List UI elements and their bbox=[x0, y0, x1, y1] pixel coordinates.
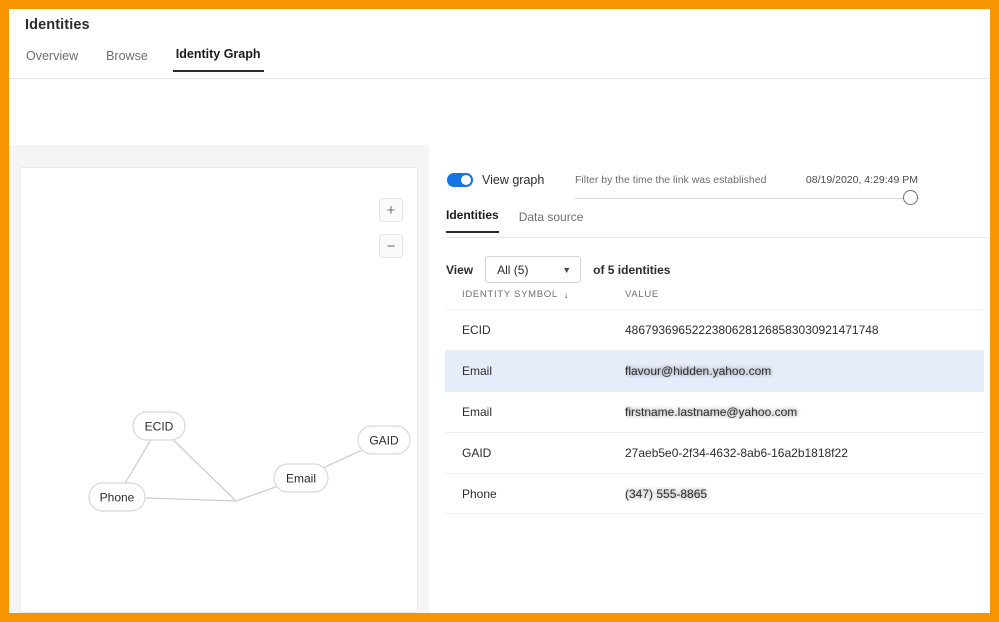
view-filter-label: View bbox=[446, 262, 474, 277]
filter-timestamp: 08/19/2020, 4:29:49 PM bbox=[805, 174, 918, 186]
view-graph-toggle-row: View graph bbox=[447, 173, 544, 187]
cell-identity-symbol: Email bbox=[462, 364, 493, 378]
graph-node-label: Email bbox=[286, 472, 316, 486]
column-header-value-label: VALUE bbox=[625, 289, 659, 300]
content-area: + − ECIDPhoneEmailGAID Email flavour@hid… bbox=[9, 145, 990, 613]
identity-graph-canvas[interactable]: + − ECIDPhoneEmailGAID Email flavour@hid… bbox=[20, 167, 418, 613]
graph-node-phone-1[interactable]: Phone bbox=[88, 482, 146, 512]
sort-descending-arrow-icon: ↓ bbox=[563, 289, 570, 300]
cell-identity-value: (347) 555-8865 bbox=[625, 486, 708, 501]
graph-node-ecid-0[interactable]: ECID bbox=[132, 411, 186, 441]
cell-identity-symbol: GAID bbox=[462, 446, 492, 460]
cell-identity-value: 27aeb5e0-2f34-4632-8ab6-16a2b1818f22 bbox=[625, 446, 848, 460]
tab-overview[interactable]: Overview bbox=[23, 47, 81, 72]
identity-count-text: of 5 identities bbox=[593, 262, 671, 277]
cell-identity-symbol: Phone bbox=[462, 486, 497, 501]
identities-table: IDENTITY SYMBOL ↓ VALUE ECID 486793696522… bbox=[445, 289, 984, 514]
column-header-identity-symbol-label: IDENTITY SYMBOL bbox=[462, 289, 558, 300]
table-row[interactable]: Email flavour@hidden.yahoo.com bbox=[445, 350, 984, 391]
cell-identity-symbol: Email bbox=[462, 405, 493, 419]
page-title: Identities bbox=[25, 17, 90, 33]
view-filter-selected-value: All (5) bbox=[497, 262, 529, 277]
table-body: ECID 486793696522238062812685830309214717… bbox=[445, 309, 984, 514]
view-filter-select[interactable]: All (5) ▼ bbox=[485, 256, 582, 283]
table-row[interactable]: Phone (347) 555-8865 bbox=[445, 473, 984, 514]
view-graph-toggle[interactable] bbox=[447, 173, 473, 187]
identity-detail-panel: View graph Filter by the time the link w… bbox=[429, 145, 990, 613]
table-row[interactable]: GAID 27aeb5e0-2f34-4632-8ab6-16a2b1818f22 bbox=[445, 432, 984, 473]
filter-caption: Filter by the time the link was establis… bbox=[575, 174, 767, 186]
chevron-down-icon: ▼ bbox=[562, 264, 572, 275]
detail-tab-bar: Identities Data source bbox=[446, 208, 583, 233]
tab-identity-graph[interactable]: Identity Graph bbox=[172, 45, 264, 72]
cell-identity-value: flavour@hidden.yahoo.com bbox=[625, 364, 772, 378]
table-row[interactable]: ECID 486793696522238062812685830309214717… bbox=[445, 309, 984, 350]
view-graph-toggle-label: View graph bbox=[482, 173, 545, 187]
column-header-value[interactable]: VALUE bbox=[625, 289, 984, 300]
graph-svg: ECID Phone Email GAID bbox=[88, 411, 411, 512]
column-header-identity-symbol[interactable]: IDENTITY SYMBOL ↓ bbox=[445, 289, 625, 300]
table-header-row: IDENTITY SYMBOL ↓ VALUE bbox=[445, 289, 984, 309]
cell-identity-symbol: ECID bbox=[462, 323, 491, 337]
detail-tab-data-source[interactable]: Data source bbox=[519, 210, 584, 233]
cell-identity-value: firstname.lastname@yahoo.com bbox=[625, 405, 798, 419]
tab-browse[interactable]: Browse bbox=[103, 47, 151, 72]
app-window: Identities Overview Browse Identity Graph … bbox=[9, 9, 990, 613]
graph-node-label: ECID bbox=[145, 420, 174, 434]
identity-search-form: Identity namespace i ✻ Email ✓ ✕ Identit… bbox=[9, 79, 990, 207]
graph-node-email-2[interactable]: Email bbox=[273, 463, 329, 493]
table-row[interactable]: Email firstname.lastname@yahoo.com bbox=[445, 391, 984, 432]
view-filter-row: View All (5) ▼ of 5 identities bbox=[446, 256, 670, 283]
time-filter-slider-handle[interactable] bbox=[903, 190, 918, 205]
graph-node-label: Phone bbox=[100, 491, 135, 505]
graph-node-label: GAID bbox=[369, 434, 399, 448]
detail-tab-identities[interactable]: Identities bbox=[446, 208, 499, 233]
cell-identity-value: 48679369652223806281268583030921471748 bbox=[625, 323, 879, 337]
main-tab-bar: Overview Browse Identity Graph bbox=[23, 45, 264, 72]
time-filter-slider-track[interactable] bbox=[575, 198, 920, 199]
detail-tab-divider bbox=[446, 237, 990, 238]
graph-node-gaid-3[interactable]: GAID bbox=[357, 425, 411, 455]
